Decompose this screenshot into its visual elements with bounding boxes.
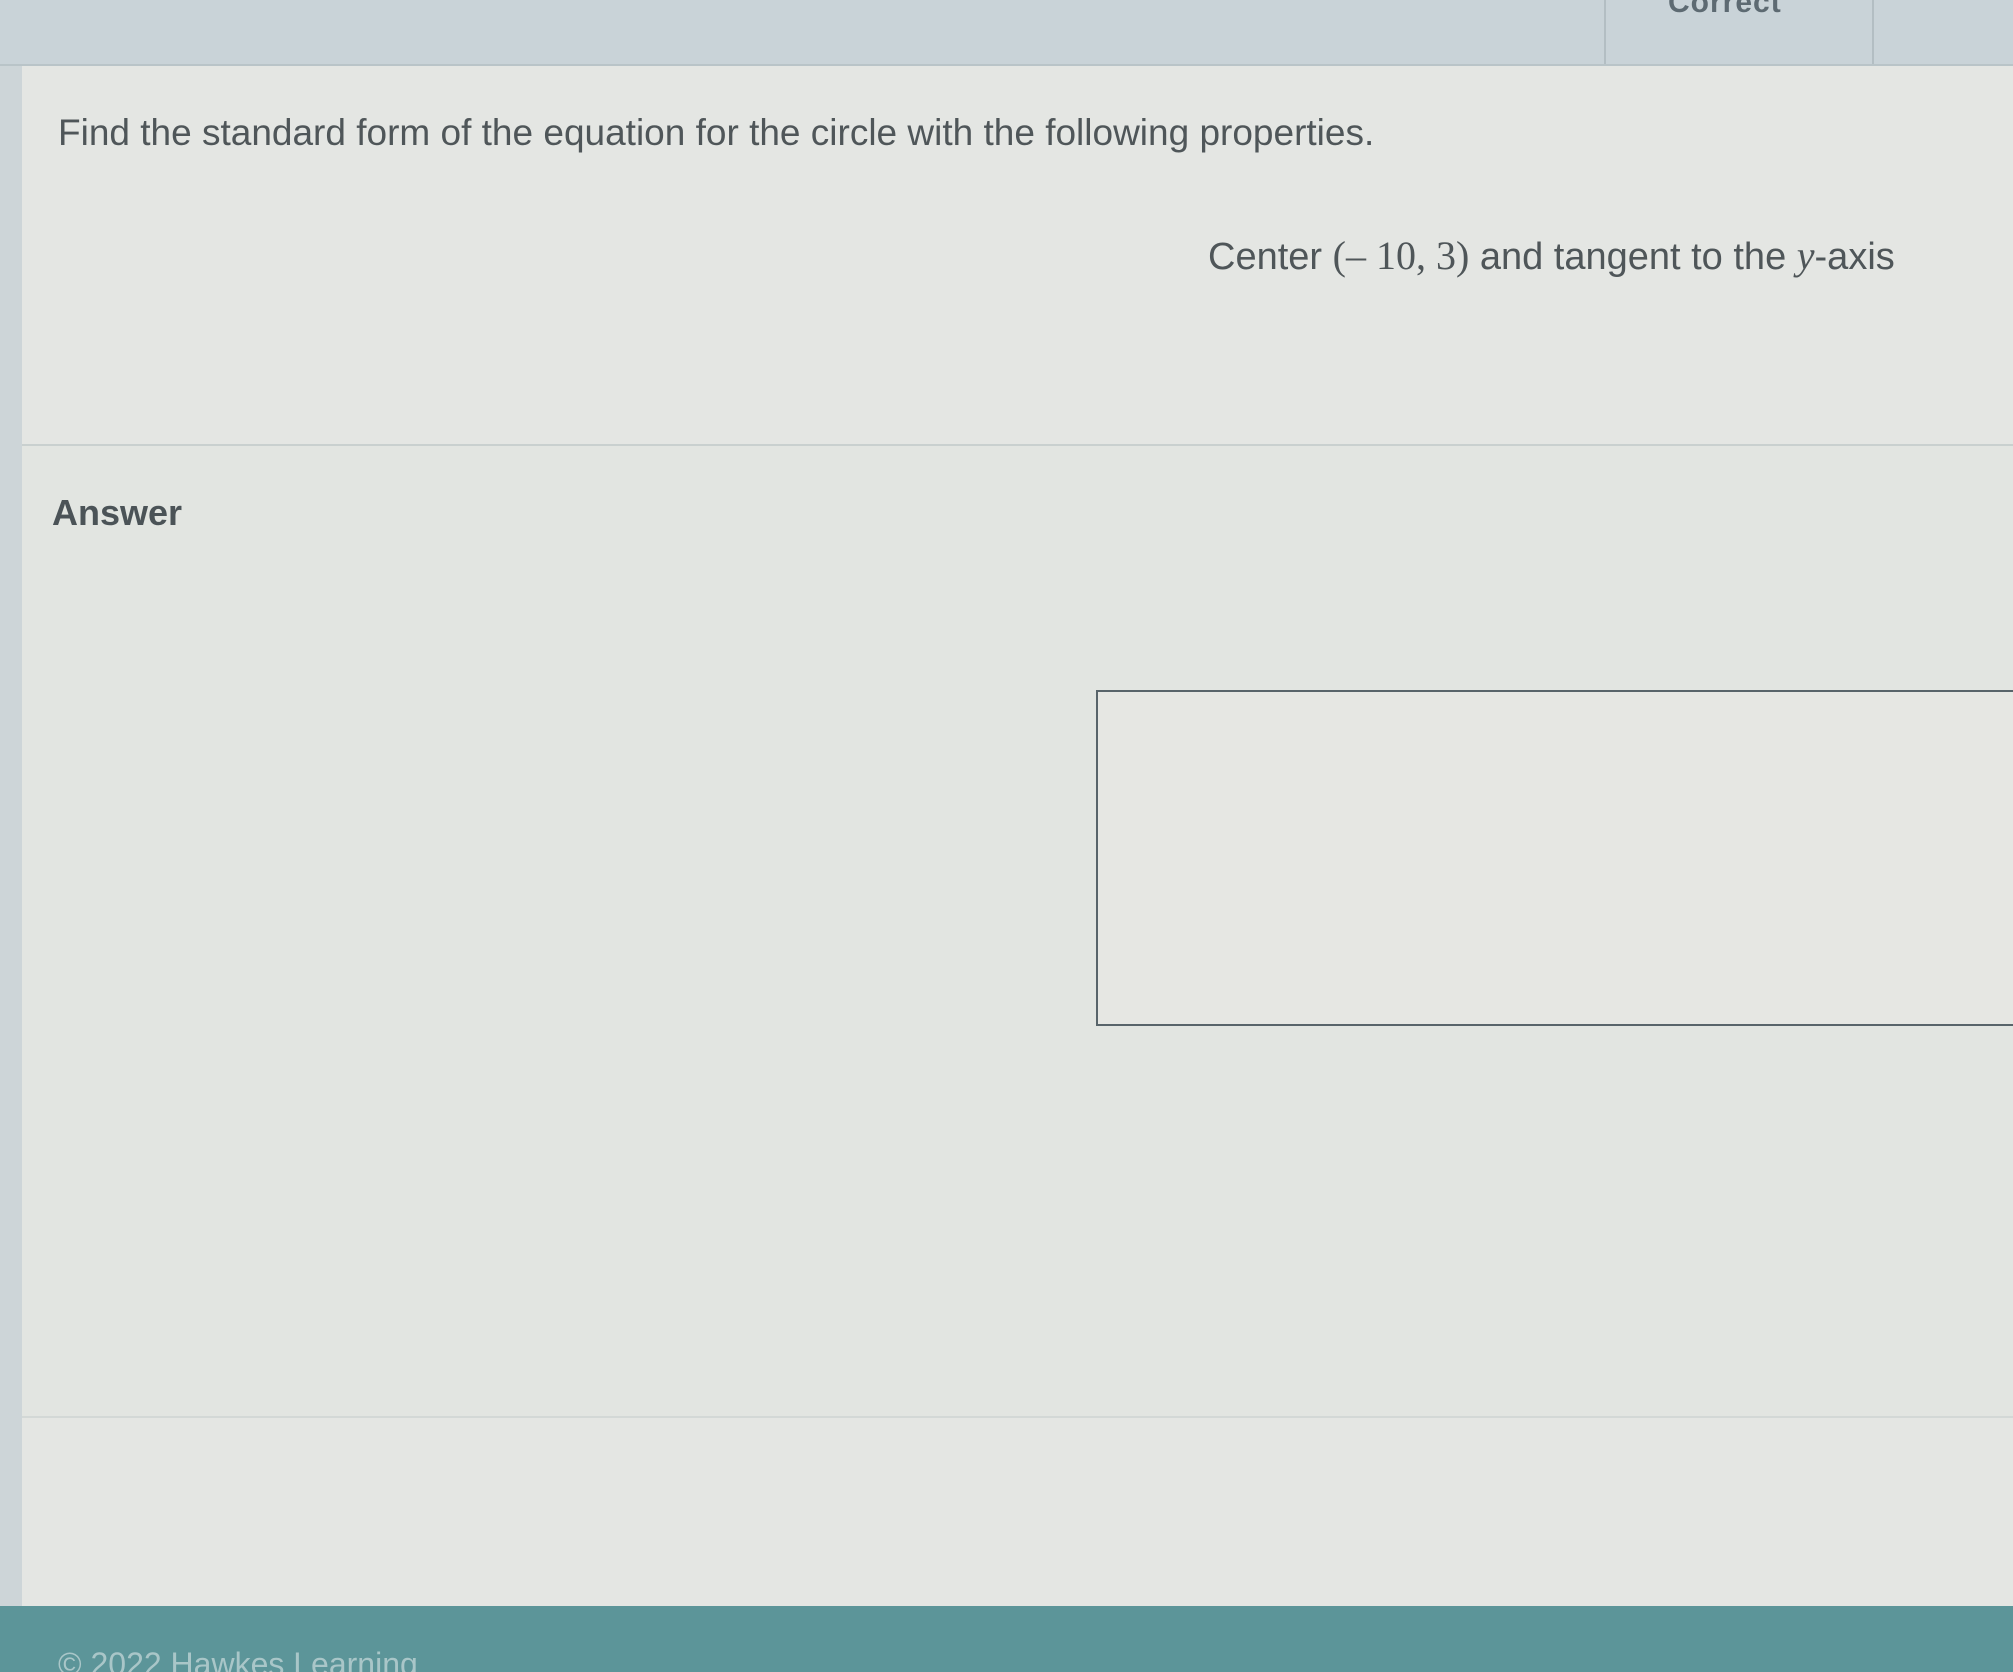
- axis-variable: y: [1796, 233, 1815, 278]
- question-conditions: Center (– 10, 3) and tangent to the y-ax…: [1208, 232, 1895, 279]
- condition-prefix: Center: [1208, 236, 1323, 278]
- answer-input[interactable]: [1096, 690, 2013, 1026]
- footer: © 2022 Hawkes Learning: [0, 1606, 2013, 1672]
- status-label: Correct: [1668, 0, 1782, 19]
- left-edge: [0, 0, 22, 1672]
- center-point: (– 10, 3): [1332, 233, 1470, 278]
- condition-suffix: -axis: [1814, 236, 1895, 278]
- answer-label: Answer: [52, 492, 183, 533]
- condition-middle: and tangent to the: [1479, 236, 1787, 278]
- question-prompt: Find the standard form of the equation f…: [58, 112, 1375, 153]
- status-cell: Correct: [1604, 0, 1874, 64]
- top-bar: Correct: [0, 0, 2013, 66]
- copyright-text: © 2022 Hawkes Learning: [58, 1646, 418, 1672]
- answer-bottom-area: [22, 1416, 2013, 1608]
